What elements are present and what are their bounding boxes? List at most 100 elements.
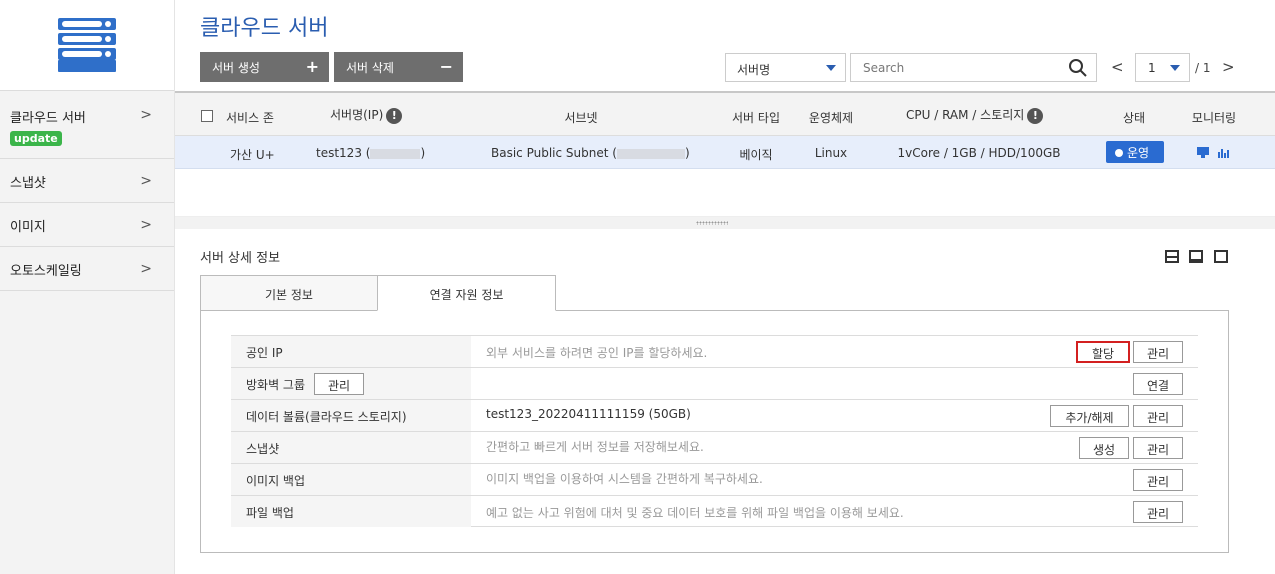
server-stack-icon [58,18,116,72]
resource-label: 데이터 볼륨(클라우드 스토리지) [231,400,471,431]
sidebar-item-snapshot[interactable]: 스냅샷 > [0,159,174,203]
resource-value: 예고 없는 사고 위험에 대처 및 중요 데이터 보호를 위해 파일 백업을 이… [486,506,904,520]
resource-row-firewall: 방화벽 그룹 관리 연결 [231,367,1198,399]
resource-value: 이미지 백업을 이용하여 시스템을 간편하게 복구하세요. [486,472,763,486]
manage-firewall-inline-button[interactable]: 관리 [314,373,364,395]
resource-label: 이미지 백업 [231,464,471,495]
masked-subnet [616,148,685,159]
cell-server-type: 베이직 [739,148,773,162]
resource-value: test123_20220411111159 (50GB) [486,407,691,421]
chevron-right-icon: > [140,173,152,189]
caret-down-icon [826,65,836,71]
resource-row-file-backup: 파일 백업 예고 없는 사고 위험에 대처 및 중요 데이터 보호를 위해 파일… [231,495,1198,527]
search-icon[interactable] [1068,58,1088,78]
column-os: 운영체제 [808,111,854,125]
tab-connected-resources[interactable]: 연결 자원 정보 [377,275,556,311]
connected-resources-panel: 공인 IP 외부 서비스를 하려면 공인 IP를 할당하세요. 할당 관리 방화… [200,310,1229,553]
cell-subnet-label: Basic Public Subnet ( [491,146,617,160]
detail-title: 서버 상세 정보 [200,251,281,266]
sidebar-item-autoscaling[interactable]: 오토스케일링 > [0,247,174,291]
manage-image-backup-button[interactable]: 관리 [1133,469,1183,491]
column-server-name: 서버명(IP)! [330,106,403,124]
tab-basic-info[interactable]: 기본 정보 [200,275,378,311]
plus-icon: + [305,57,319,76]
chevron-right-icon: > [140,107,152,123]
manage-snapshot-button[interactable]: 관리 [1133,437,1183,459]
create-server-label: 서버 생성 [212,61,260,75]
sidebar-item-cloud-server[interactable]: 클라우드 서버 update > [0,91,174,159]
cell-server-name-close: ) [420,146,426,160]
view-split-icon[interactable] [1189,250,1203,263]
page-total: / 1 [1195,61,1211,75]
next-page-button[interactable]: > [1222,58,1235,76]
page-number-value: 1 [1148,61,1156,75]
column-subnet: 서브넷 [564,111,598,125]
resource-label: 스냅샷 [231,432,471,463]
delete-server-label: 서버 삭제 [346,61,394,75]
view-minimize-icon[interactable] [1165,250,1179,263]
search-input[interactable] [851,54,1061,81]
resource-row-snapshot: 스냅샷 간편하고 빠르게 서버 정보를 저장해보세요. 생성 관리 [231,431,1198,463]
column-status: 상태 [1122,111,1146,125]
resource-label: 공인 IP [231,336,471,367]
column-spec-label: CPU / RAM / 스토리지 [906,108,1025,122]
delete-server-button[interactable]: 서버 삭제 − [334,52,463,82]
column-zone: 서비스 존 [226,111,274,125]
status-badge: 운영 [1106,141,1164,163]
table-row[interactable]: 가산 U+ test123 () Basic Public Subnet () … [175,136,1275,169]
connect-firewall-button[interactable]: 연결 [1133,373,1183,395]
manage-volume-button[interactable]: 관리 [1133,405,1183,427]
main-content: 클라우드 서버 서버 생성 + 서버 삭제 − 서버명 < 1 / 1 > 서비… [175,0,1275,574]
status-label: 운영 [1127,146,1150,160]
column-server-type: 서버 타입 [732,111,780,125]
caret-down-icon [1170,65,1180,71]
sidebar-item-label: 이미지 [10,220,46,235]
resource-label: 파일 백업 [231,496,471,527]
create-server-button[interactable]: 서버 생성 + [200,52,329,82]
monitor-icon[interactable] [1197,147,1209,158]
resource-row-data-volume: 데이터 볼륨(클라우드 스토리지) test123_20220411111159… [231,399,1198,431]
column-monitoring: 모니터링 [1191,111,1237,125]
drag-handle-icon[interactable] [696,221,728,225]
column-server-name-label: 서버명(IP) [330,108,384,122]
search-box [850,53,1097,82]
add-remove-volume-button[interactable]: 추가/해제 [1050,405,1129,427]
info-icon[interactable]: ! [1027,107,1044,124]
page-number-select[interactable]: 1 [1135,53,1190,82]
masked-ip [370,148,421,159]
view-maximize-icon[interactable] [1214,250,1228,263]
minus-icon: − [439,57,453,76]
resource-label-text: 방화벽 그룹 [246,378,306,392]
chevron-right-icon: > [140,261,152,277]
resource-row-public-ip: 공인 IP 외부 서비스를 하려면 공인 IP를 할당하세요. 할당 관리 [231,335,1198,367]
sidebar-item-image[interactable]: 이미지 > [0,203,174,247]
sidebar-item-label: 오토스케일링 [10,264,82,279]
cell-os: Linux [814,146,848,160]
cell-subnet-close: ) [684,146,690,160]
cell-spec: 1vCore / 1GB / HDD/100GB [897,146,1061,160]
info-icon[interactable]: ! [386,107,403,124]
logo-area [0,0,174,91]
assign-ip-button[interactable]: 할당 [1076,341,1130,363]
status-dot-icon [1115,149,1123,157]
search-filter-select[interactable]: 서버명 [725,53,846,82]
create-snapshot-button[interactable]: 생성 [1079,437,1129,459]
cell-server-name-label: test123 ( [316,146,371,160]
page-title: 클라우드 서버 [200,16,329,41]
update-badge: update [10,131,62,146]
search-filter-value: 서버명 [737,63,771,77]
cell-subnet: Basic Public Subnet () [491,146,690,160]
panel-splitter[interactable] [175,217,1275,229]
table-empty-area [175,169,1275,217]
prev-page-button[interactable]: < [1111,58,1124,76]
manage-file-backup-button[interactable]: 관리 [1133,501,1183,523]
column-spec: CPU / RAM / 스토리지! [906,106,1044,124]
sidebar-item-label: 스냅샷 [10,176,46,191]
bar-chart-icon[interactable] [1218,147,1230,158]
select-all-checkbox[interactable] [201,110,213,122]
cell-zone: 가산 U+ [230,148,275,162]
resource-value: 외부 서비스를 하려면 공인 IP를 할당하세요. [486,346,708,360]
server-table-header: 서비스 존 서버명(IP)! 서브넷 서버 타입 운영체제 CPU / RAM … [175,91,1275,136]
manage-ip-button[interactable]: 관리 [1133,341,1183,363]
sidebar: 클라우드 서버 update > 스냅샷 > 이미지 > 오토스케일링 > [0,0,175,574]
